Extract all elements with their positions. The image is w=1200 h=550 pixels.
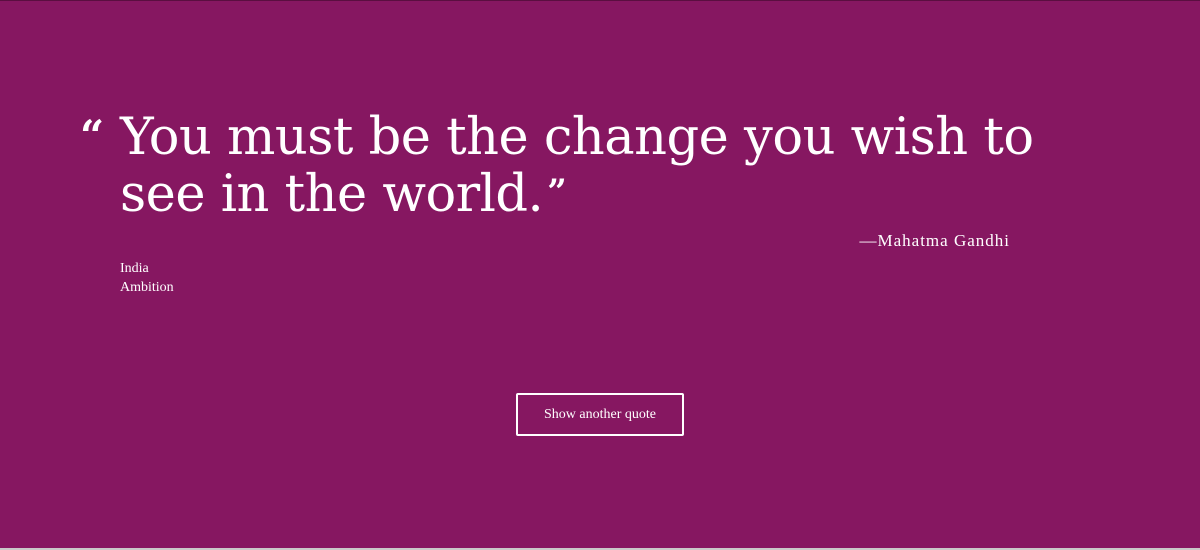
tag-list: India Ambition (120, 259, 174, 297)
close-quote-icon: ” (547, 172, 567, 212)
open-quote-icon: “ (80, 111, 105, 160)
quote-text-container: You must be the change you wish to see i… (120, 111, 1050, 222)
tag-ambition[interactable]: Ambition (120, 278, 174, 297)
quote-page: { "theme": { "background": "#861761", "t… (0, 0, 1200, 550)
quote-text: You must be the change you wish to see i… (120, 108, 1034, 224)
quote-author: —Mahatma Gandhi (859, 231, 1010, 250)
show-another-quote-button[interactable]: Show another quote (516, 393, 684, 436)
quote-block: “ You must be the change you wish to see… (80, 111, 1040, 222)
tag-india[interactable]: India (120, 259, 174, 278)
